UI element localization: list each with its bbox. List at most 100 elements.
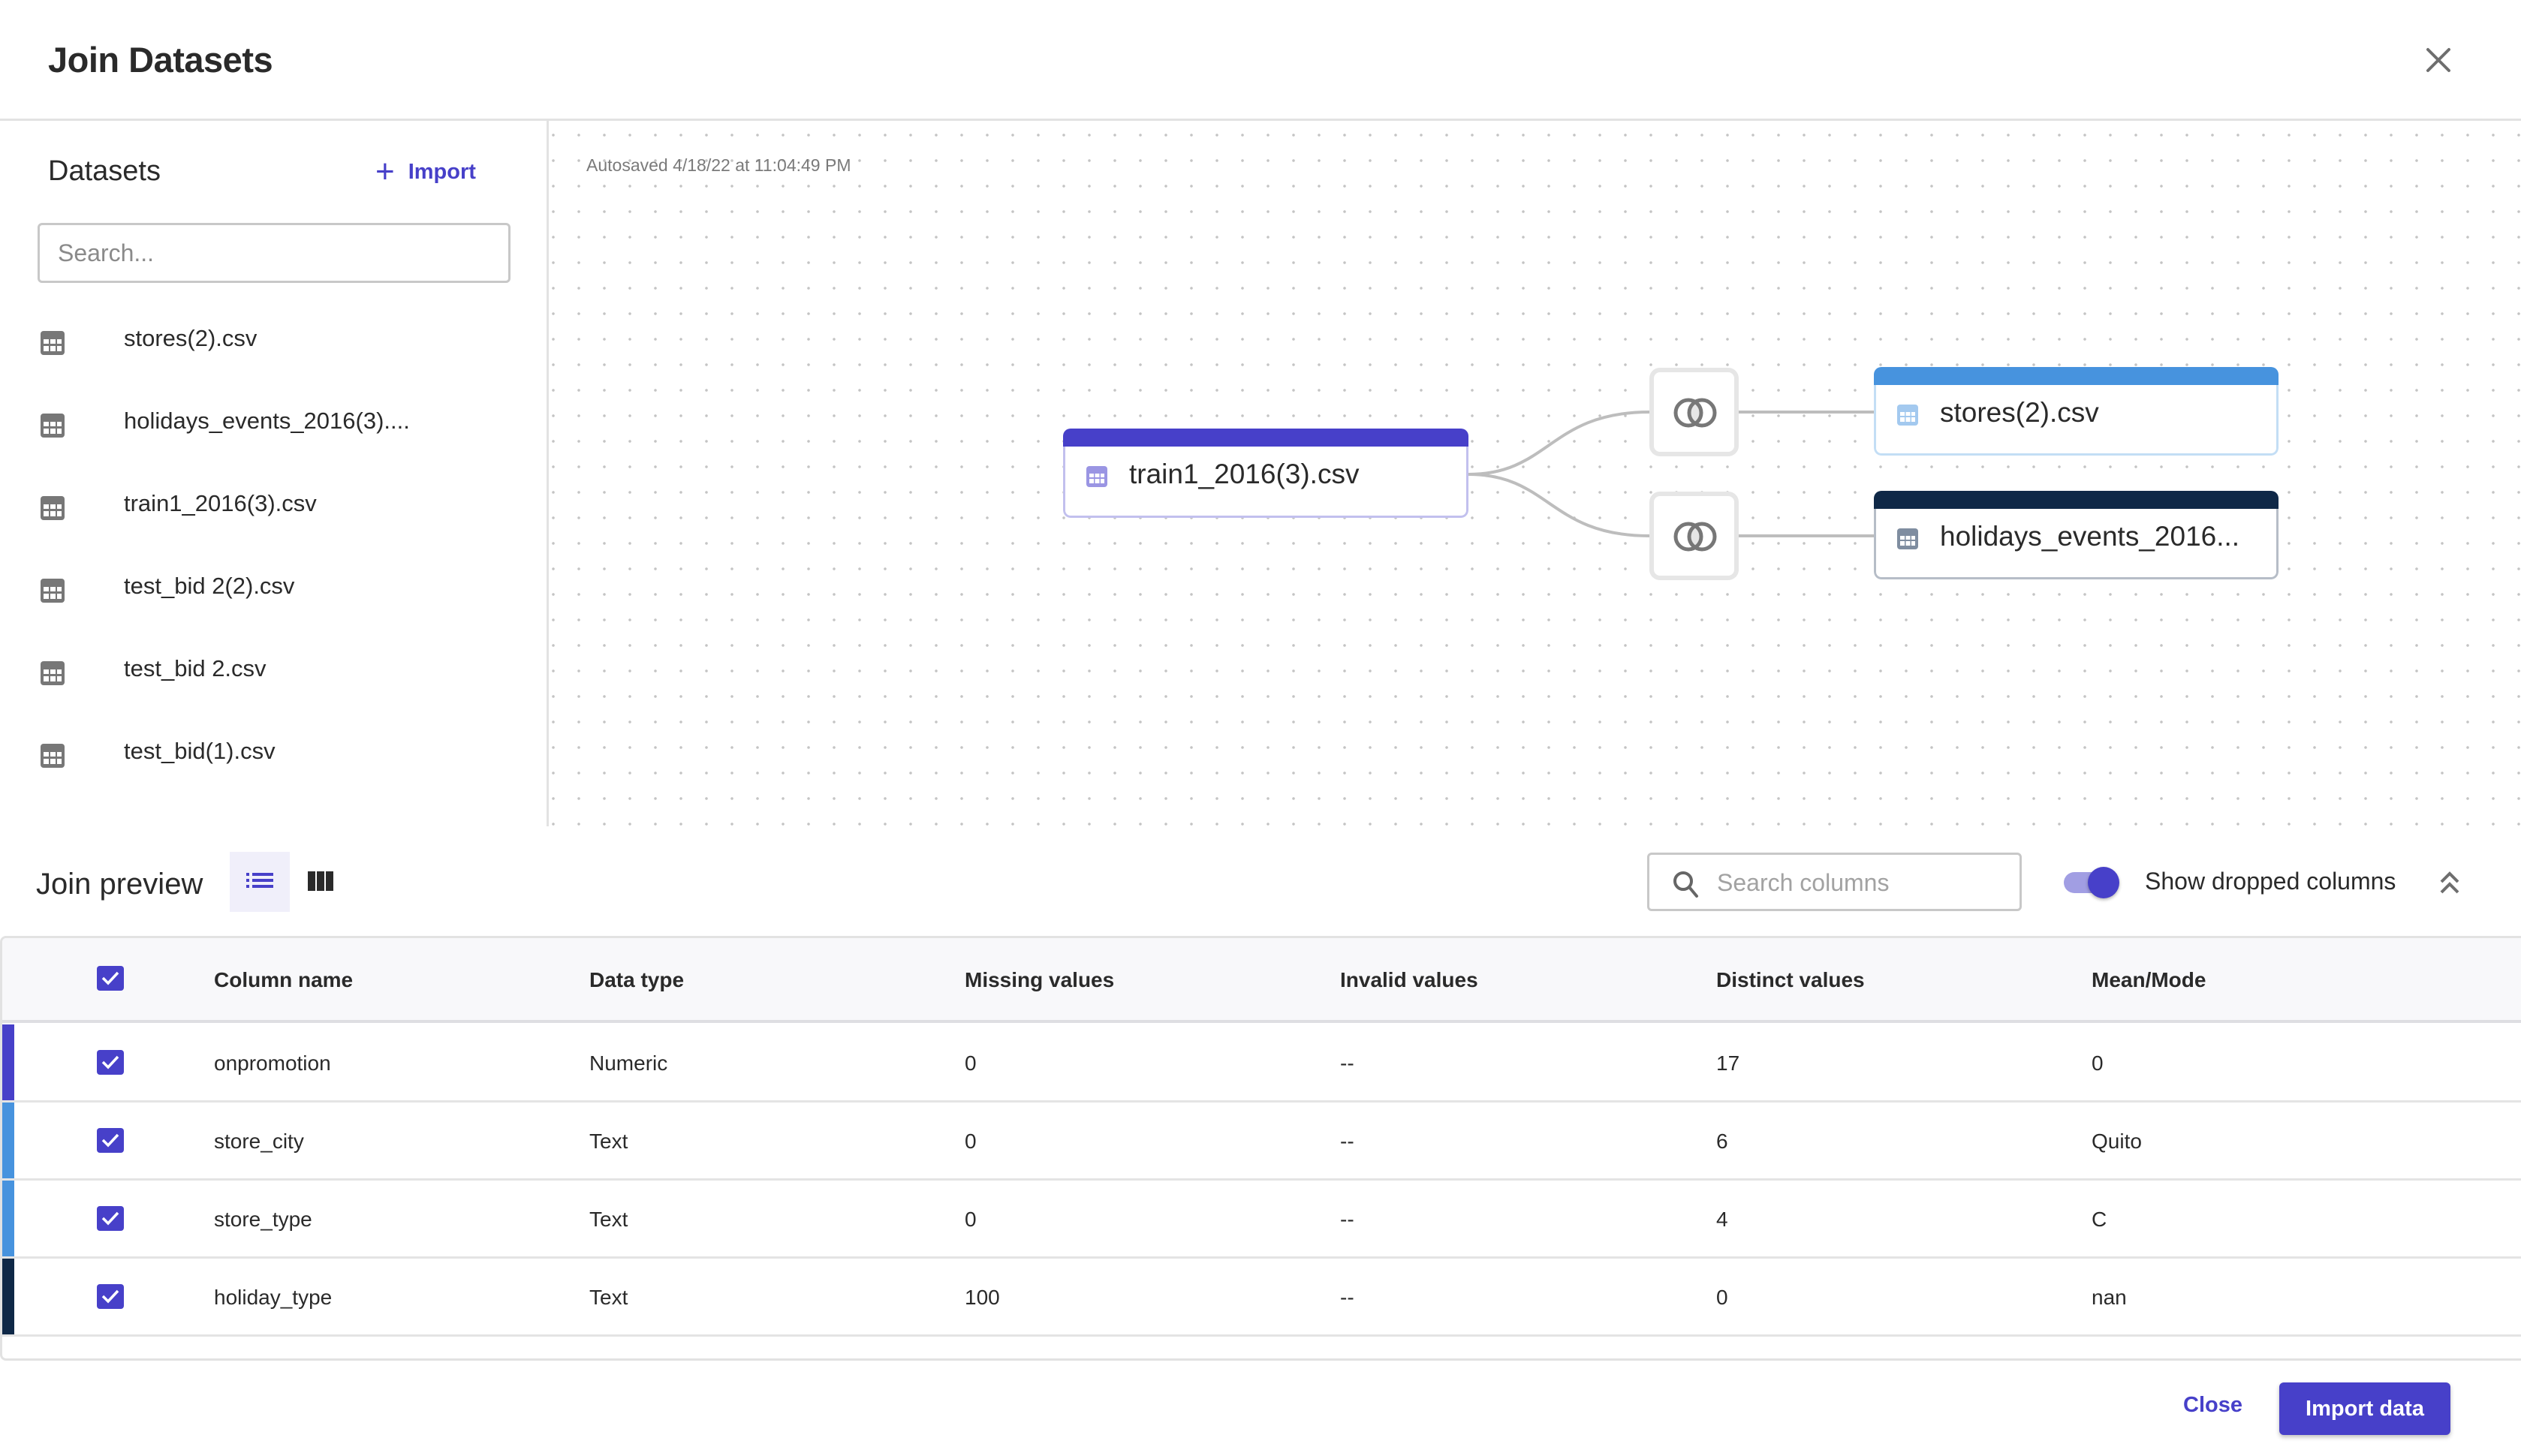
dataset-search-input[interactable] — [38, 223, 511, 283]
join-preview-table: Column name Data type Missing values Inv… — [0, 936, 2521, 1361]
cell-missing-values: 100 — [965, 1286, 1000, 1309]
cell-data-type: Numeric — [589, 1051, 668, 1075]
check-icon — [101, 971, 119, 985]
edge-source-join1 — [1468, 411, 1650, 476]
dataset-item[interactable]: test_bid 2(2).csv — [0, 549, 547, 631]
cell-invalid-values: -- — [1340, 1130, 1354, 1153]
plus-icon: + — [375, 153, 395, 190]
edge-source-join2 — [1468, 473, 1650, 537]
import-data-button[interactable]: Import data — [2279, 1382, 2450, 1435]
table-icon — [1897, 528, 1918, 549]
show-dropped-columns-toggle[interactable] — [2064, 867, 2121, 898]
dataset-item[interactable]: test_bid(1).csv — [0, 714, 547, 796]
table-row: store_type Text 0 -- 4 C — [2, 1181, 2521, 1259]
row-checkbox[interactable] — [97, 1128, 124, 1153]
columns-icon — [308, 871, 333, 891]
dataset-item[interactable]: train1_2016(3).csv — [0, 466, 547, 549]
cell-distinct-values: 17 — [1716, 1051, 1740, 1075]
cell-invalid-values: -- — [1340, 1208, 1354, 1231]
cell-mean-mode: 0 — [2092, 1051, 2104, 1075]
select-all-checkbox[interactable] — [97, 966, 124, 991]
cell-data-type: Text — [589, 1130, 628, 1153]
row-checkbox[interactable] — [97, 1206, 124, 1231]
source-dataset-node[interactable]: train1_2016(3).csv — [1063, 429, 1468, 518]
dataset-item[interactable]: stores(2).csv — [0, 301, 547, 384]
close-button[interactable]: Close — [2183, 1393, 2242, 1418]
cell-distinct-values: 0 — [1716, 1286, 1728, 1309]
table-icon — [41, 414, 65, 438]
row-checkbox[interactable] — [97, 1050, 124, 1075]
table-icon — [41, 579, 65, 603]
cell-column-name: onpromotion — [214, 1051, 331, 1075]
cell-column-name: store_type — [214, 1208, 312, 1231]
import-button[interactable]: + Import — [375, 155, 476, 188]
header-invalid-values[interactable]: Invalid values — [1340, 968, 1478, 992]
cell-missing-values: 0 — [965, 1208, 977, 1231]
search-icon — [1673, 871, 1698, 898]
table-icon — [1086, 466, 1107, 487]
table-icon — [1897, 405, 1918, 426]
join-edges — [1468, 411, 1874, 537]
table-icon — [41, 661, 65, 685]
dialog-header: Join Datasets — [0, 0, 2521, 121]
table-row: onpromotion Numeric 0 -- 17 0 — [2, 1024, 2521, 1103]
cell-mean-mode: nan — [2092, 1286, 2127, 1309]
holidays-dataset-node[interactable]: holidays_events_2016... — [1874, 491, 2279, 579]
table-icon — [41, 744, 65, 768]
table-icon — [41, 496, 65, 520]
source-color-stripe — [2, 1103, 14, 1178]
row-checkbox[interactable] — [97, 1284, 124, 1309]
check-icon — [101, 1289, 119, 1304]
datasets-sidebar: Datasets + Import stores(2).csv holidays… — [0, 121, 549, 826]
cell-column-name: store_city — [214, 1130, 304, 1153]
table-header: Column name Data type Missing values Inv… — [2, 938, 2521, 1023]
table-row: store_city Text 0 -- 6 Quito — [2, 1103, 2521, 1181]
header-mean-mode[interactable]: Mean/Mode — [2092, 968, 2206, 992]
dialog-title: Join Datasets — [48, 40, 273, 80]
import-label: Import — [408, 159, 476, 184]
cell-distinct-values: 6 — [1716, 1130, 1728, 1153]
chevron-double-up-icon[interactable] — [2437, 868, 2462, 898]
cell-distinct-values: 4 — [1716, 1208, 1728, 1231]
header-distinct-values[interactable]: Distinct values — [1716, 968, 1865, 992]
dataset-item[interactable]: test_bid 2.csv — [0, 631, 547, 714]
stores-dataset-node[interactable]: stores(2).csv — [1874, 367, 2279, 456]
table-row: holiday_type Text 100 -- 0 nan — [2, 1259, 2521, 1337]
dataset-item[interactable]: holidays_events_2016(3).... — [0, 384, 547, 466]
node-color-bar — [1874, 491, 2279, 509]
join-preview-toolbar: Join preview Show dropped columns — [0, 826, 2521, 936]
cell-missing-values: 0 — [965, 1051, 977, 1075]
close-icon[interactable] — [2420, 42, 2456, 78]
header-column-name[interactable]: Column name — [214, 968, 353, 992]
dataset-name: stores(2).csv — [124, 325, 258, 351]
column-view-button[interactable] — [300, 852, 341, 912]
show-dropped-columns-label: Show dropped columns — [2145, 868, 2396, 895]
cell-mean-mode: Quito — [2092, 1130, 2142, 1153]
node-label: train1_2016(3).csv — [1129, 459, 1360, 489]
header-data-type[interactable]: Data type — [589, 968, 684, 992]
header-missing-values[interactable]: Missing values — [965, 968, 1114, 992]
datasets-heading: Datasets — [48, 155, 161, 187]
inner-join-icon — [1673, 398, 1717, 428]
cell-data-type: Text — [589, 1286, 628, 1309]
table-icon — [41, 331, 65, 355]
column-search-field[interactable] — [1647, 853, 2022, 911]
cell-data-type: Text — [589, 1208, 628, 1231]
node-label: stores(2).csv — [1940, 397, 2099, 428]
join-preview-title: Join preview — [36, 868, 203, 901]
dataset-name: test_bid 2(2).csv — [124, 573, 295, 599]
list-icon — [246, 873, 273, 888]
dataset-name: test_bid 2.csv — [124, 655, 267, 681]
list-view-button[interactable] — [230, 852, 290, 912]
dataset-name: test_bid(1).csv — [124, 738, 276, 764]
node-color-bar — [1063, 429, 1468, 447]
column-search-input[interactable] — [1717, 861, 2010, 904]
cell-missing-values: 0 — [965, 1130, 977, 1153]
cell-invalid-values: -- — [1340, 1051, 1354, 1075]
source-color-stripe — [2, 1024, 14, 1100]
join-canvas[interactable]: Autosaved 4/18/22 at 11:04:49 PM train1_… — [551, 121, 2521, 826]
check-icon — [101, 1055, 119, 1069]
join-node-2[interactable] — [1649, 492, 1739, 580]
inner-join-icon — [1673, 522, 1717, 552]
join-node-1[interactable] — [1649, 368, 1739, 456]
